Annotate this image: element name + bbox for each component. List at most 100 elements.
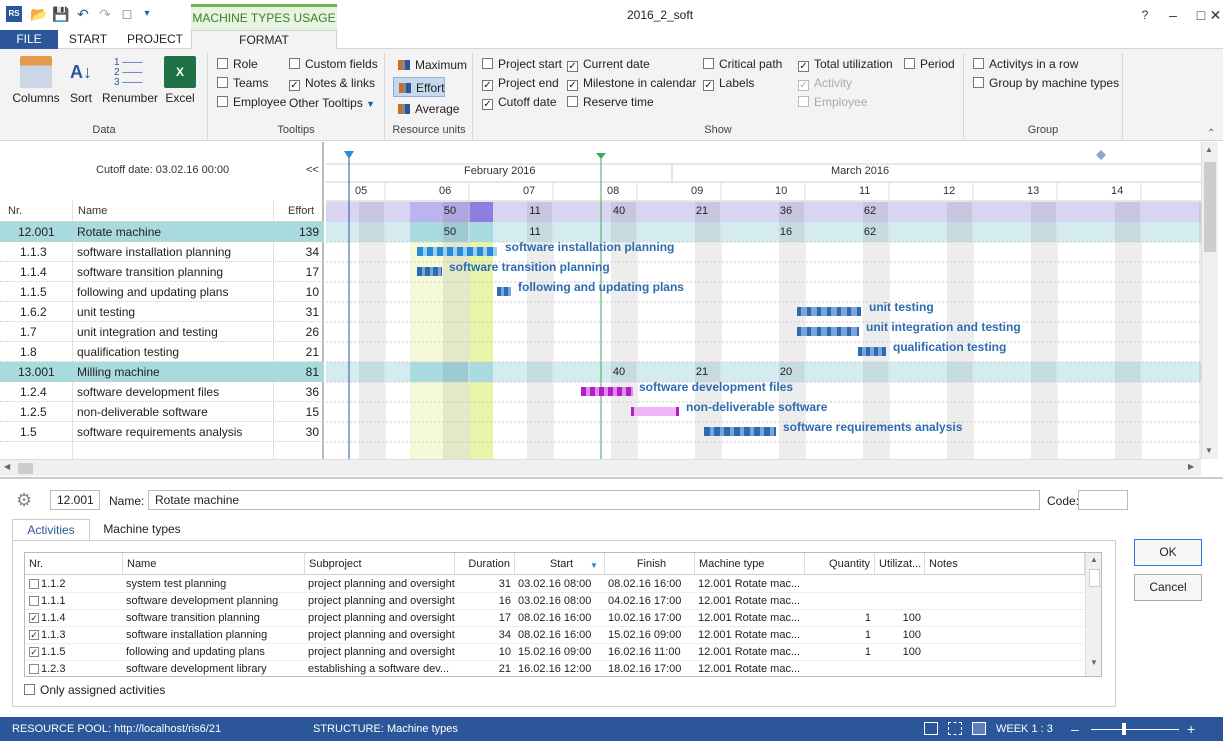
help-icon[interactable]: ? [1130,4,1160,26]
zoom-in-icon[interactable]: + [1187,717,1195,741]
checkbox-reserve-time[interactable]: Reserve time [567,94,654,110]
header-effort[interactable]: Effort [288,205,314,217]
tab-start[interactable]: START [58,30,118,49]
checkbox-labels[interactable]: ✓ Labels [703,75,754,91]
column-header[interactable]: Subproject [305,553,455,575]
renumber-button[interactable]: 1 —— 2 —— 3 —— Renumber [102,56,158,106]
tab-activities[interactable]: Activities [12,519,90,541]
checkbox-cutoff-date[interactable]: ✓ Cutoff date [482,94,557,110]
gantt-bar[interactable] [581,387,633,396]
tab-format[interactable]: FORMAT [191,30,337,50]
checkbox-activity[interactable]: ✓ Activity [798,75,852,91]
table-row[interactable]: 1.1.5 following and updating plans project… [25,644,1085,661]
other-tooltips-dropdown[interactable]: Other Tooltips ▼ [289,95,375,111]
column-header[interactable]: Notes [925,553,1085,575]
close-button[interactable]: ✕ [1208,4,1223,26]
redo-icon[interactable]: ↷ [96,5,114,23]
row-checkbox[interactable]: ✓ [29,647,39,657]
resource-unit-effort[interactable]: Effort [393,77,445,97]
open-icon[interactable]: 📂 [30,5,48,23]
column-header[interactable]: Quantity [805,553,875,575]
activity-row[interactable]: 1.1.4 software transition planning 17 [0,262,324,282]
name-field[interactable]: Rotate machine [148,490,1040,510]
row-checkbox[interactable]: ✓ [29,613,39,623]
column-header[interactable]: Utilizat... [875,553,925,575]
checkbox-activities-in-a-row[interactable]: Activitys in a row [973,56,1078,72]
gantt-bar[interactable] [497,287,511,296]
gantt-bar[interactable] [797,327,859,336]
checkbox-total-utilization[interactable]: ✓ Total utilization [798,56,893,72]
zoom-slider[interactable] [1091,729,1179,730]
checkbox-notes-links[interactable]: ✓ Notes & links [289,75,375,91]
resource-unit-average[interactable]: Average [393,99,465,119]
checkbox-employee[interactable]: Employee [217,94,286,110]
sort-button[interactable]: A↓ Sort [64,56,98,105]
column-header[interactable]: Name [123,553,305,575]
sort-descending-icon[interactable]: ▼ [590,561,598,570]
scroll-thumb[interactable] [18,463,33,474]
scroll-thumb[interactable] [1089,569,1100,587]
table-row[interactable]: 1.1.3 software installation planning proje… [25,627,1085,644]
activity-row[interactable]: 1.1.3 software installation planning 34 [0,242,324,262]
undo-icon[interactable]: ↶ [74,5,92,23]
activity-row[interactable]: −12.001Rotate machine139 [0,222,324,242]
scroll-down-icon[interactable]: ▼ [1090,658,1098,667]
window-icon[interactable]: □ [118,5,136,23]
grid-icon[interactable] [948,722,962,735]
checkbox-employee-show[interactable]: Employee [798,94,867,110]
row-checkbox[interactable] [29,664,39,674]
layout-icon[interactable] [924,722,938,735]
table-row[interactable]: 1.1.1 software development planning projec… [25,593,1085,610]
row-checkbox[interactable]: ✓ [29,630,39,640]
activity-row[interactable]: −13.001Milling machine81 [0,362,324,382]
activity-row[interactable]: 1.1.5 following and updating plans 10 [0,282,324,302]
zoom-slider-thumb[interactable] [1122,723,1126,735]
checkbox-teams[interactable]: Teams [217,75,268,91]
excel-button[interactable]: X Excel [162,56,198,105]
ok-button[interactable]: OK [1134,539,1202,566]
gear-icon[interactable]: ⚙ [16,490,32,511]
minimize-button[interactable]: – [1158,4,1188,26]
machine-code-field[interactable] [1078,490,1128,510]
row-checkbox[interactable] [29,579,39,589]
checkbox-role[interactable]: Role [217,56,258,72]
header-nr[interactable]: Nr. [8,205,22,217]
row-checkbox[interactable] [29,596,39,606]
gantt-bar[interactable] [631,407,679,416]
checkbox-period[interactable]: Period [904,56,955,72]
table-scrollbar[interactable]: ▲ ▼ [1085,553,1101,676]
column-header[interactable]: Duration [455,553,515,575]
gantt-bar[interactable] [417,247,497,256]
gantt-bar[interactable] [417,267,442,276]
scroll-down-icon[interactable]: ▼ [1205,446,1213,455]
calendar-icon[interactable] [972,722,986,735]
tab-machine-types[interactable]: Machine types [96,519,188,541]
collapse-ribbon-icon[interactable]: ⌃ [1207,128,1215,139]
columns-button[interactable]: Columns [12,56,60,105]
code-field[interactable]: 12.001 [50,490,100,510]
horizontal-scrollbar[interactable]: ◀ ▶ [0,459,1201,476]
column-header[interactable]: Machine type [695,553,805,575]
scroll-left-icon[interactable]: ◀ [4,462,10,471]
scroll-up-icon[interactable]: ▲ [1090,555,1098,564]
customize-quick-access-icon[interactable]: ▾ [138,5,156,23]
activity-row[interactable]: 1.2.4 software development files 36 [0,382,324,402]
gantt-bar[interactable] [797,307,861,316]
activity-row[interactable]: 1.2.5 non-deliverable software 15 [0,402,324,422]
gantt-bar[interactable] [858,347,886,356]
save-icon[interactable]: 💾 [52,5,70,23]
tab-project[interactable]: PROJECT [120,30,190,49]
cancel-button[interactable]: Cancel [1134,574,1202,601]
collapse-gantt-button[interactable]: << [306,164,319,176]
checkbox-only-assigned[interactable]: Only assigned activities [24,682,165,698]
table-row[interactable]: 1.2.3 software development library establi… [25,661,1085,676]
zoom-out-icon[interactable]: – [1071,717,1079,741]
checkbox-milestone-in-calendar[interactable]: ✓ Milestone in calendar [567,75,696,91]
checkbox-project-end[interactable]: ✓ Project end [482,75,559,91]
column-header[interactable]: Nr. [25,553,123,575]
table-row[interactable]: 1.1.4 software transition planning project… [25,610,1085,627]
scroll-thumb[interactable] [1204,162,1216,252]
checkbox-custom-fields[interactable]: Custom fields [289,56,378,72]
header-name[interactable]: Name [78,205,107,217]
activity-row[interactable]: 1.7 unit integration and testing 26 [0,322,324,342]
